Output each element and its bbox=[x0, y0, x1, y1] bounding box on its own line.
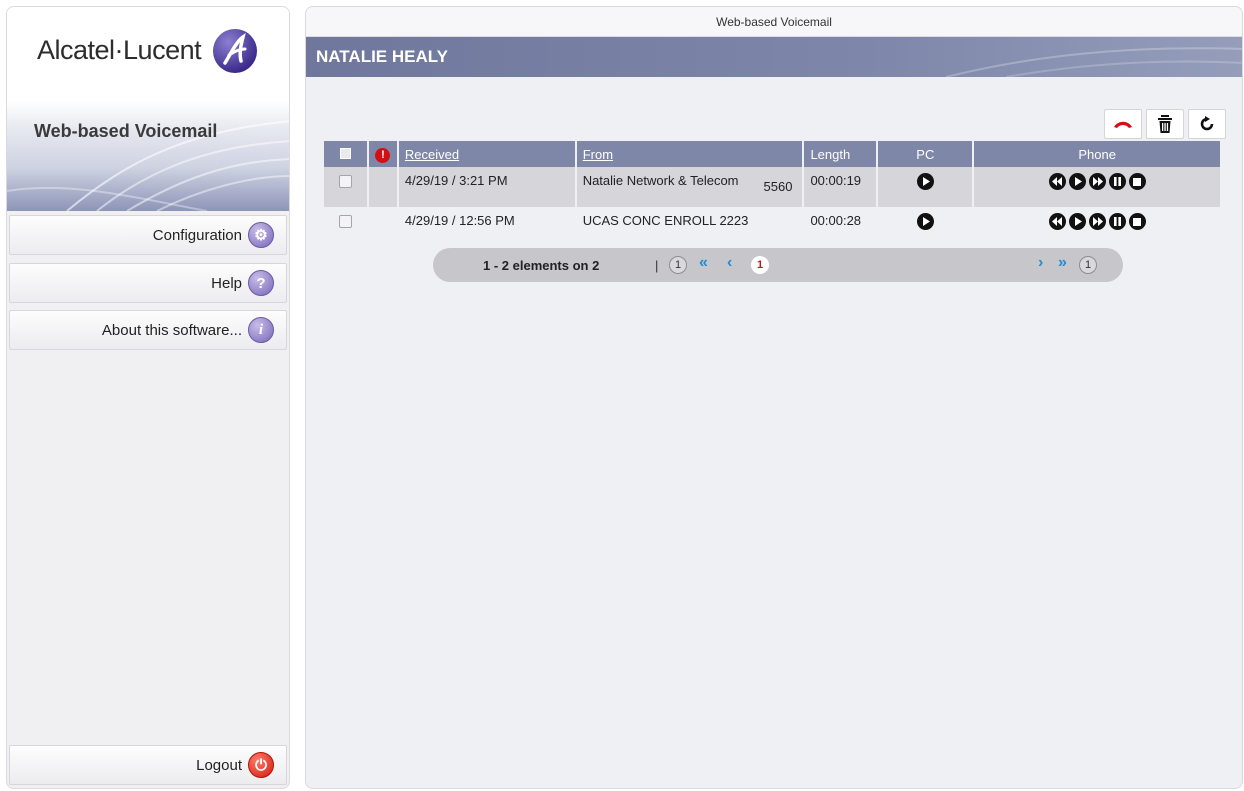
from-cell: Natalie Network & Telecom 5560 bbox=[575, 167, 805, 207]
received-cell: 4/29/19 / 12:56 PM bbox=[397, 207, 577, 247]
phone-cell bbox=[973, 167, 1222, 207]
sidebar-item-label: Configuration bbox=[152, 226, 242, 244]
sort-received-link[interactable]: Received bbox=[405, 147, 459, 162]
stop-icon[interactable] bbox=[1128, 173, 1146, 190]
table-header-row: ! Received From Length PC Phone bbox=[324, 141, 1222, 167]
messages-table: ! Received From Length PC Phone 4/29/19 … bbox=[324, 141, 1222, 247]
phone-controls bbox=[1048, 173, 1146, 190]
length-column: Length bbox=[803, 141, 879, 167]
play-icon[interactable] bbox=[1068, 213, 1086, 230]
length-cell: 00:00:28 bbox=[803, 207, 879, 247]
question-icon: ? bbox=[248, 270, 274, 296]
page-title: Web-based Voicemail bbox=[306, 7, 1242, 37]
first-page-icon[interactable]: « bbox=[699, 254, 708, 272]
refresh-icon bbox=[1200, 116, 1214, 131]
phone-cell bbox=[973, 207, 1222, 247]
power-icon: ⏻ bbox=[248, 752, 274, 778]
pagination-bar: 1 - 2 elements on 2 | 1 « ‹ 1 › » 1 bbox=[433, 248, 1123, 282]
from-cell: UCAS CONC ENROLL 2223 bbox=[575, 207, 805, 247]
pause-icon[interactable] bbox=[1108, 213, 1126, 230]
logout-button[interactable]: Logout ⏻ bbox=[9, 745, 287, 785]
user-name: NATALIE HEALY bbox=[316, 47, 448, 66]
received-cell: 4/29/19 / 3:21 PM bbox=[397, 167, 577, 207]
alcatel-lucent-a-logo-icon bbox=[213, 29, 257, 73]
sidebar-item-label: Help bbox=[211, 274, 242, 292]
play-icon[interactable] bbox=[1068, 173, 1086, 190]
select-all-column bbox=[324, 141, 369, 167]
pagination-separator: | bbox=[655, 257, 659, 273]
sidebar-item-help[interactable]: Help ? bbox=[9, 263, 287, 303]
next-page-icon[interactable]: › bbox=[1038, 254, 1043, 272]
main-panel: Web-based Voicemail NATALIE HEALY ! Rece… bbox=[305, 6, 1243, 789]
priority-cell bbox=[367, 167, 399, 207]
pause-icon[interactable] bbox=[1108, 173, 1126, 190]
select-all-checkbox[interactable] bbox=[339, 147, 351, 159]
info-icon: i bbox=[248, 317, 274, 343]
table-row[interactable]: 4/29/19 / 3:21 PM Natalie Network & Tele… bbox=[324, 167, 1222, 207]
exclamation-icon: ! bbox=[375, 147, 391, 163]
sort-from-link[interactable]: From bbox=[583, 147, 613, 162]
logout-label: Logout bbox=[196, 756, 242, 774]
user-header: NATALIE HEALY bbox=[306, 37, 1242, 77]
hang-up-icon bbox=[1114, 121, 1132, 128]
stop-icon[interactable] bbox=[1128, 213, 1146, 230]
app-root: Alcatel·Lucent Web-based Voicemail Confi… bbox=[0, 0, 1244, 791]
length-cell: 00:00:19 bbox=[803, 167, 879, 207]
first-page-number[interactable]: 1 bbox=[669, 256, 687, 274]
banner-title: Web-based Voicemail bbox=[34, 121, 218, 141]
fast-forward-icon[interactable] bbox=[1088, 213, 1106, 230]
pc-cell bbox=[877, 167, 975, 207]
brand-header: Alcatel·Lucent bbox=[7, 7, 289, 101]
phone-column: Phone bbox=[973, 141, 1222, 167]
from-name: UCAS CONC ENROLL 2223 bbox=[582, 213, 749, 228]
pc-cell bbox=[877, 207, 975, 247]
delete-button[interactable] bbox=[1146, 109, 1184, 139]
row-select-cell bbox=[324, 167, 369, 207]
pc-column: PC bbox=[877, 141, 975, 167]
received-column: Received bbox=[397, 141, 577, 167]
priority-column: ! bbox=[367, 141, 399, 167]
pc-play-icon[interactable] bbox=[916, 173, 934, 190]
trash-icon bbox=[1158, 115, 1172, 133]
brand-name: Alcatel·Lucent bbox=[37, 35, 202, 65]
sidebar-item-about[interactable]: About this software... i bbox=[9, 310, 287, 350]
refresh-button[interactable] bbox=[1188, 109, 1226, 139]
from-column: From bbox=[575, 141, 805, 167]
table-row[interactable]: 4/29/19 / 12:56 PM UCAS CONC ENROLL 2223… bbox=[324, 207, 1222, 247]
row-checkbox[interactable] bbox=[338, 175, 352, 188]
sidebar-item-label: About this software... bbox=[101, 321, 242, 339]
toolbar bbox=[1104, 109, 1226, 139]
pc-play-icon[interactable] bbox=[916, 213, 934, 230]
last-page-number[interactable]: 1 bbox=[1079, 256, 1097, 274]
previous-page-icon[interactable]: ‹ bbox=[727, 254, 732, 272]
phone-controls bbox=[1048, 213, 1146, 230]
row-checkbox[interactable] bbox=[338, 215, 352, 228]
last-page-icon[interactable]: » bbox=[1058, 254, 1067, 272]
banner: Web-based Voicemail bbox=[7, 101, 289, 211]
from-name: Natalie Network & Telecom bbox=[582, 173, 739, 188]
current-page-number: 1 bbox=[751, 256, 769, 274]
priority-cell bbox=[367, 207, 399, 247]
pagination-info: 1 - 2 elements on 2 bbox=[483, 257, 600, 273]
fast-forward-icon[interactable] bbox=[1088, 173, 1106, 190]
from-number: 5560 bbox=[763, 179, 793, 194]
gear-icon: ⚙ bbox=[248, 222, 274, 248]
wave-decoration bbox=[7, 120, 289, 211]
hang-up-button[interactable] bbox=[1104, 109, 1142, 139]
row-select-cell bbox=[324, 207, 369, 247]
sidebar-item-configuration[interactable]: Configuration ⚙ bbox=[9, 215, 287, 255]
rewind-icon[interactable] bbox=[1048, 213, 1066, 230]
rewind-icon[interactable] bbox=[1048, 173, 1066, 190]
sidebar: Alcatel·Lucent Web-based Voicemail Confi… bbox=[6, 6, 290, 789]
